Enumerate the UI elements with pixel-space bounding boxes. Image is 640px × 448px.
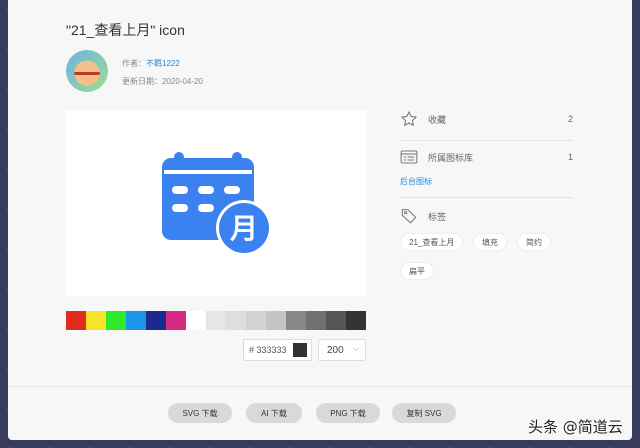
library-row: 所属图标库 1 (400, 148, 573, 166)
color-swatch[interactable] (146, 311, 166, 330)
author-prefix: 作者： (122, 59, 146, 68)
tag-chip[interactable]: 21_查看上月 (400, 233, 464, 251)
copy-svg-button[interactable]: 复制 SVG (392, 403, 456, 423)
tag-chip[interactable]: 扁平 (400, 262, 434, 280)
watermark-text: 头条 @简道云 (528, 418, 623, 436)
tag-chip[interactable]: 简约 (517, 233, 551, 251)
size-value: 200 (327, 344, 344, 356)
calendar-glyph-text: 月 (229, 212, 258, 245)
author-avatar[interactable] (66, 50, 108, 92)
tags-label: 标签 (428, 211, 447, 222)
favorite-label: 收藏 (428, 114, 447, 125)
divider (400, 197, 573, 198)
favorite-count: 2 (567, 114, 573, 124)
color-hex-input[interactable]: # 333333 (243, 339, 312, 361)
icon-detail-modal: "21_查看上月" icon 作者：不羁1222 更新日期：2020-04-20… (8, 0, 632, 440)
star-icon (400, 110, 418, 128)
color-swatch[interactable] (186, 311, 206, 330)
size-select[interactable]: 200 ⌵ (318, 339, 366, 361)
updated-line: 更新日期：2020-04-20 (122, 76, 203, 87)
library-label: 所属图标库 (428, 152, 474, 163)
library-count: 1 (567, 152, 573, 162)
color-swatch[interactable] (266, 311, 286, 330)
color-swatch[interactable] (126, 311, 146, 330)
color-swatch[interactable] (226, 311, 246, 330)
updated-date: 2020-04-20 (162, 77, 203, 86)
png-download-button[interactable]: PNG 下载 (316, 403, 380, 423)
color-chip[interactable] (293, 343, 307, 357)
icon-preview: 月 (66, 110, 366, 296)
library-icon (400, 148, 418, 166)
color-swatch[interactable] (326, 311, 346, 330)
color-swatch[interactable] (286, 311, 306, 330)
hash-symbol: # (249, 345, 255, 355)
updated-label: 更新日期： (122, 77, 162, 86)
page-title: "21_查看上月" icon (66, 22, 185, 38)
tag-chip[interactable]: 填充 (473, 233, 507, 251)
divider (400, 140, 573, 141)
author-line: 作者：不羁1222 (122, 58, 180, 69)
color-swatch[interactable] (346, 311, 366, 330)
author-link[interactable]: 不羁1222 (146, 59, 180, 68)
color-swatch[interactable] (106, 311, 126, 330)
color-hex-value: 333333 (256, 345, 287, 355)
footer-divider (8, 386, 632, 387)
color-swatch[interactable] (246, 311, 266, 330)
color-swatch[interactable] (166, 311, 186, 330)
ai-download-button[interactable]: AI 下载 (246, 403, 302, 423)
favorite-row[interactable]: 收藏 2 (400, 110, 573, 128)
library-link[interactable]: 后台图标 (400, 176, 432, 187)
color-swatch[interactable] (66, 311, 86, 330)
svg-download-button[interactable]: SVG 下载 (168, 403, 232, 423)
color-swatch[interactable] (206, 311, 226, 330)
color-swatch[interactable] (86, 311, 106, 330)
tag-icon (400, 207, 418, 225)
calendar-month-icon: 月 (162, 152, 272, 256)
chevron-down-icon: ⌵ (352, 344, 359, 353)
color-palette (66, 311, 366, 330)
tags-header: 标签 (400, 207, 573, 225)
color-swatch[interactable] (306, 311, 326, 330)
